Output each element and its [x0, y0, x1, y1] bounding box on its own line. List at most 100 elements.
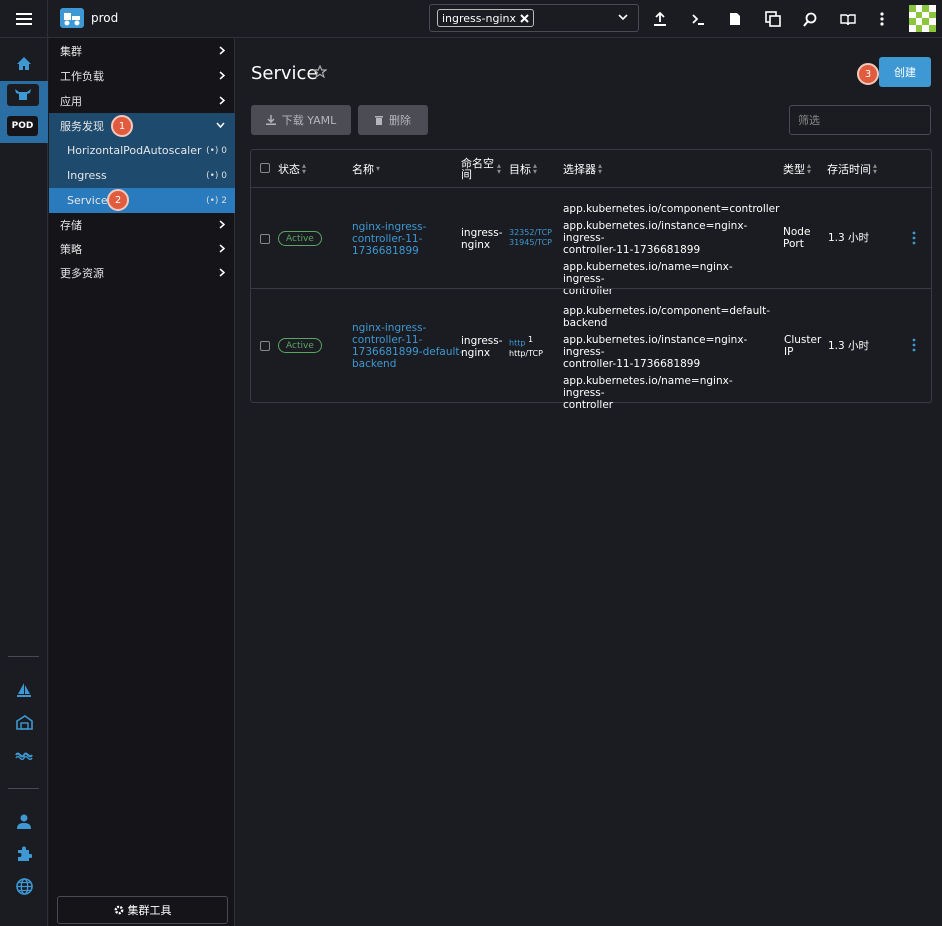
status-badge: Active [278, 231, 322, 246]
rail-divider [8, 788, 39, 789]
count-value: 0 [221, 170, 227, 181]
service-name-link[interactable]: nginx-ingress- controller-11- 1736681899… [352, 322, 463, 370]
nav-group-workloads[interactable]: 工作负载 [49, 63, 235, 88]
sort-icon: ▴ ▾ [598, 160, 603, 176]
namespace-cell: ingress- nginx [461, 227, 503, 251]
selector-line: controller [563, 399, 614, 411]
chevron-down-icon [216, 122, 225, 128]
row-checkbox[interactable] [260, 341, 270, 351]
nav-label: Service [67, 194, 108, 207]
nav-group-apps[interactable]: 应用 [49, 88, 235, 113]
star-icon[interactable] [313, 65, 327, 79]
header-label: 名称 [352, 162, 374, 176]
target-port[interactable]: 32352/TCP [509, 228, 552, 238]
more-vertical-icon[interactable] [873, 10, 891, 28]
nav-item-ingress[interactable]: Ingress (•) 0 [49, 163, 235, 188]
nav-item-hpa[interactable]: HorizontalPodAutoscaler (•) 0 [49, 138, 235, 163]
selector-line: controller-11-1736681899 [563, 358, 701, 370]
puzzle-icon[interactable] [12, 843, 36, 865]
close-icon[interactable] [520, 13, 529, 23]
service-name-link[interactable]: nginx-ingress- controller-11- 1736681899 [352, 221, 426, 257]
menu-icon[interactable] [0, 0, 48, 38]
header-label: 目标 [509, 162, 531, 176]
name-line: controller-11- [352, 334, 423, 346]
trash-icon [375, 116, 383, 125]
column-header-target[interactable]: 目标 ▴ ▾ [509, 150, 537, 187]
target-link[interactable]: http [509, 339, 525, 348]
book-icon[interactable] [839, 10, 857, 28]
name-line: 1736681899 [352, 245, 419, 257]
column-header-selector[interactable]: 选择器 ▴ ▾ [563, 150, 602, 187]
header-label: 类型 [783, 162, 805, 176]
home-icon[interactable] [12, 52, 36, 74]
select-all-checkbox[interactable] [260, 163, 270, 173]
annotation-badge: 2 [107, 189, 129, 211]
copy-icon[interactable] [764, 10, 782, 28]
nav-group-storage[interactable]: 存储 [49, 212, 235, 237]
column-header-status[interactable]: 状态 ▴ ▾ [278, 150, 306, 187]
row-checkbox[interactable] [260, 234, 270, 244]
warehouse-icon[interactable] [12, 711, 36, 733]
download-yaml-button[interactable]: 下载 YAML [251, 105, 351, 135]
pod-cluster-badge[interactable]: POD [7, 116, 38, 136]
delete-button[interactable]: 删除 [358, 105, 428, 135]
more-vertical-icon[interactable] [911, 338, 917, 352]
cluster-bull-icon[interactable] [7, 84, 39, 106]
sort-icon: ▾ [376, 163, 381, 173]
nav-label: 集群 [60, 44, 82, 58]
sailboat-icon[interactable] [12, 679, 36, 701]
namespace-cell: ingress- nginx [461, 335, 503, 359]
nav-label: 应用 [60, 94, 82, 108]
selector-cell: app.kubernetes.io/component=controller a… [563, 203, 780, 297]
nav-group-service-discovery[interactable]: 服务发现 [49, 113, 235, 138]
chevron-right-icon [219, 71, 225, 80]
chevron-down-icon[interactable] [618, 13, 628, 21]
file-icon[interactable] [726, 10, 744, 28]
cluster-tools-button[interactable]: 集群工具 [57, 896, 228, 924]
delete-label: 删除 [389, 114, 411, 127]
nav-group-more-resources[interactable]: 更多资源 [49, 260, 235, 285]
terminal-icon[interactable] [689, 10, 707, 28]
namespace-tag: ingress-nginx [437, 9, 534, 27]
selector-line: backend [563, 317, 608, 329]
column-header-age[interactable]: 存活时间 ▴ ▾ [827, 150, 877, 187]
age-cell: 1.3 小时 [828, 232, 870, 244]
left-rail: POD [0, 38, 48, 926]
download-icon [265, 115, 276, 125]
target-cell: 32352/TCP 31945/TCP [509, 228, 552, 248]
nav-label: Ingress [67, 169, 107, 182]
name-line: backend [352, 358, 397, 370]
status-badge: Active [278, 338, 322, 353]
nav-group-cluster[interactable]: 集群 [49, 38, 235, 63]
column-header-name[interactable]: 名称 ▾ [352, 150, 380, 187]
selector-line: app.kubernetes.io/component=controller [563, 203, 780, 215]
side-nav: 集群 工作负载 应用 服务发现 HorizontalPodAutoscaler … [49, 38, 235, 926]
create-button[interactable]: 创建 [879, 57, 931, 87]
cluster-icon [60, 8, 84, 28]
nav-item-service[interactable]: Service (•) 2 [49, 188, 235, 213]
chevron-right-icon [219, 268, 225, 277]
more-vertical-icon[interactable] [911, 231, 917, 245]
column-header-type[interactable]: 类型 ▴ ▾ [783, 150, 811, 187]
globe-icon[interactable] [12, 875, 36, 897]
annotation-badge: 1 [111, 115, 133, 137]
user-avatar[interactable] [909, 5, 936, 32]
search-icon[interactable] [801, 10, 819, 28]
selector-line: app.kubernetes.io/name=nginx-ingress- [563, 375, 733, 399]
fleet-icon[interactable] [12, 744, 36, 766]
namespace-line: nginx [461, 347, 491, 359]
selector-line: controller-11-1736681899 [563, 244, 701, 256]
target-port[interactable]: 31945/TCP [509, 238, 552, 248]
user-icon[interactable] [12, 810, 36, 832]
type-line: Port [783, 238, 804, 250]
namespace-tag-label: ingress-nginx [442, 11, 516, 25]
cluster-name[interactable]: prod [91, 11, 118, 25]
column-header-namespace[interactable]: 命名空间 ▴ ▾ [461, 150, 509, 187]
gear-icon [114, 905, 123, 915]
nav-group-policy[interactable]: 策略 [49, 236, 235, 261]
namespace-select[interactable]: ingress-nginx [429, 4, 639, 32]
upload-icon[interactable] [651, 10, 669, 28]
nav-label: 工作负载 [60, 69, 104, 83]
selector-line: app.kubernetes.io/name=nginx-ingress- [563, 261, 733, 285]
filter-input[interactable] [789, 105, 931, 135]
